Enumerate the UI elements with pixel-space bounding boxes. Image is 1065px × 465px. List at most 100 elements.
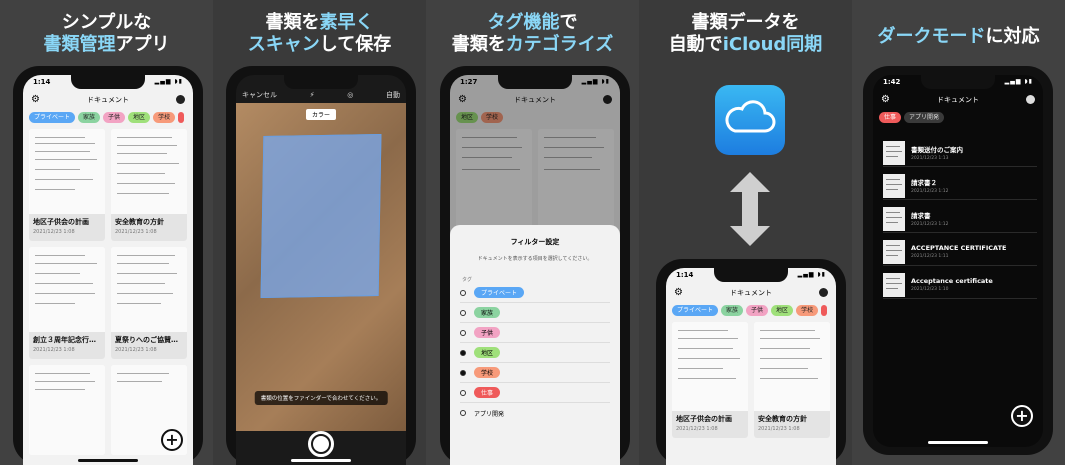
filter-row[interactable]: 子供 [460,323,610,343]
document-date: 2021/12/23 1:12 [911,222,949,227]
headline-text: で [559,12,578,33]
headline-tags: タグ機能で 書類をカテゴライズ [426,12,639,56]
headline-line: スキャンして保存 [213,34,426,56]
filter-row[interactable]: 学校 [460,363,610,383]
camera-hint: 書類の位置をファインダーで合わせてください。 [254,391,388,405]
tag-chip[interactable]: 子供 [746,305,769,316]
tag-chip[interactable]: アプリ開発 [904,112,945,123]
home-indicator [928,441,988,444]
filter-tag-label: 家族 [474,307,501,318]
tag-chip[interactable]: 家族 [721,305,744,316]
headline-line: 書類を素早く [213,12,426,34]
headline-highlight: 素早く [319,12,374,33]
document-date: 2021/12/23 1:08 [758,426,800,432]
document-row[interactable]: Acceptance certificate 2021/12/23 1:10 [883,271,1037,299]
radio-button[interactable] [460,369,466,376]
document-title: 地区子供会の計画 [33,218,89,226]
tag-bar: プライベート 家族 子供 地区 学校 [29,112,193,124]
headline-line: 自動でiCloud同期 [639,34,852,56]
notch [498,75,572,89]
filter-row[interactable]: 家族 [460,303,610,323]
headline-text: して保存 [319,34,392,55]
document-thumbnail [29,365,105,455]
document-row[interactable]: ACCEPTANCE CERTIFICATE 2021/12/23 1:11 [883,238,1037,266]
document-card[interactable] [29,365,105,455]
tag-chip[interactable]: 子供 [103,112,126,123]
filter-tag-label: 学校 [474,367,501,378]
document-date: 2021/12/23 1:10 [911,287,949,292]
notch [714,268,788,282]
document-thumbnail [883,140,905,165]
filter-icon[interactable] [176,95,185,104]
tag-chip[interactable]: 仕事 [879,112,902,123]
document-card[interactable]: 夏祭りへのご協賛… 2021/12/23 1:08 [111,247,187,359]
filter-row[interactable]: アプリ開発 [460,403,610,423]
phone-screen: 1:14 ▂▄▆ ◗▮ ⚙ ドキュメント プライベート 家族 子供 地区 学校 地… [23,75,193,465]
headline-highlight: 書類管理 [43,34,116,55]
radio-button[interactable] [460,329,466,336]
headline-simple: シンプルな 書類管理アプリ [0,12,213,56]
filter-row[interactable]: 仕事 [460,383,610,403]
status-time: 1:14 [676,271,694,279]
nav-bar: ⚙ ドキュメント [666,285,836,301]
tag-chip[interactable]: プライベート [29,112,76,123]
document-date: 2021/12/23 1:13 [911,156,949,161]
add-document-button[interactable]: + [1011,405,1033,427]
document-title: 請求書２ [911,179,937,187]
document-card[interactable]: 創立３周年記念行… 2021/12/23 1:08 [29,247,105,359]
tag-chip[interactable]: 家族 [78,112,101,123]
tag-chip[interactable] [821,305,828,316]
document-row[interactable]: 請求書２ 2021/12/23 1:12 [883,172,1037,200]
radio-button[interactable] [460,410,466,416]
headline-text: 書類を [265,12,320,33]
add-document-button[interactable]: + [161,429,183,451]
document-date: 2021/12/23 1:11 [911,254,949,259]
filter-icon[interactable] [1026,95,1035,104]
radio-button[interactable] [460,309,466,316]
tag-chip[interactable]: 地区 [128,112,151,123]
document-date: 2021/12/23 1:08 [33,347,75,353]
gear-icon[interactable]: ⚙ [881,94,892,105]
document-date: 2021/12/23 1:08 [115,229,157,235]
page-title: ドキュメント [87,96,129,104]
document-thumbnail [29,247,105,332]
phone-screen: 1:27 ▂▄▆ ◗▮ ⚙ ドキュメント 地区 学校 フィルター設定 ドキュメント… [450,75,620,465]
signal-icon: ▂▄▆ ◗▮ [797,271,826,278]
radio-button[interactable] [460,289,466,296]
detected-document-overlay [260,133,382,299]
document-row[interactable]: 書類送付のご案内 2021/12/23 1:13 [883,139,1037,167]
filter-sheet: フィルター設定 ドキュメントを表示する項目を選択してください。 タグ プライベー… [450,225,620,465]
document-row[interactable]: 請求書 2021/12/23 1:12 [883,205,1037,233]
gear-icon[interactable]: ⚙ [674,287,685,298]
document-card[interactable]: 安全教育の方針 2021/12/23 1:08 [754,322,830,438]
headline-line: 書類データを [691,12,800,33]
cancel-button[interactable]: キャンセル [242,90,277,100]
radio-button[interactable] [460,349,466,356]
tag-chip[interactable] [178,112,185,123]
filter-row[interactable]: 地区 [460,343,610,363]
color-mode-badge[interactable]: カラー [305,109,337,120]
document-card[interactable]: 安全教育の方針 2021/12/23 1:08 [111,129,187,241]
headline-icloud: 書類データを 自動でiCloud同期 [639,12,852,56]
shutter-button[interactable] [308,431,334,457]
phone-scan: キャンセル ⚡ ◎ 自動 カラー 書類の位置をファインダーで合わせてください。 [226,66,416,465]
auto-capture-button[interactable]: 自動 [386,90,400,100]
tag-chip[interactable]: 学校 [153,112,176,123]
radio-button[interactable] [460,389,466,396]
document-date: 2021/12/23 1:12 [911,189,949,194]
flash-icon[interactable]: ⚡ [310,91,315,99]
filter-row[interactable]: プライベート [460,283,610,303]
tag-chip[interactable]: 学校 [796,305,819,316]
document-card[interactable]: 地区子供会の計画 2021/12/23 1:08 [29,129,105,241]
document-title: ACCEPTANCE CERTIFICATE [911,244,1007,252]
document-card[interactable]: 地区子供会の計画 2021/12/23 1:08 [672,322,748,438]
filter-mode-icon[interactable]: ◎ [347,91,353,99]
tag-chip[interactable]: 地区 [771,305,794,316]
signal-icon: ▂▄▆ ◗▮ [1004,78,1033,85]
headline-highlight: スキャン [247,34,320,55]
filter-icon[interactable] [819,288,828,297]
filter-tag-label: プライベート [474,287,525,298]
document-thumbnail [111,247,187,332]
tag-chip[interactable]: プライベート [672,305,719,316]
gear-icon[interactable]: ⚙ [31,94,42,105]
